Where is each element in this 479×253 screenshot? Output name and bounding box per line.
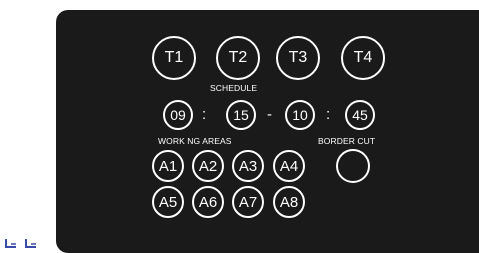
time-dash: - [267,106,272,123]
corner-bracket-icon [25,239,36,248]
area-button-a6[interactable]: A6 [192,186,224,218]
time-colon: : [326,106,331,123]
area-button-a1[interactable]: A1 [152,150,184,182]
tool-button-t2[interactable]: T2 [216,36,260,80]
tool-button-t1[interactable]: T1 [152,36,196,80]
corner-bracket-icon [5,239,16,248]
area-button-a7[interactable]: A7 [232,186,264,218]
tool-button-t4[interactable]: T4 [341,36,385,80]
area-button-a2[interactable]: A2 [192,150,224,182]
start-minute-field[interactable]: 15 [226,100,256,130]
app-screen: T1 T2 T3 T4 SCHEDULE 09 : 15 - 10 : 45 W… [0,0,479,253]
border-cut-button[interactable] [336,149,370,183]
end-minute-field[interactable]: 45 [345,100,375,130]
area-button-a8[interactable]: A8 [273,186,305,218]
schedule-label: SCHEDULE [210,83,258,93]
border-cut-label: BORDER CUT [318,136,376,146]
working-areas-label: WORK NG AREAS [158,136,232,146]
end-hour-field[interactable]: 10 [285,100,315,130]
control-panel: T1 T2 T3 T4 SCHEDULE 09 : 15 - 10 : 45 W… [56,10,479,253]
tool-button-t3[interactable]: T3 [276,36,320,80]
time-colon: : [202,106,207,123]
start-hour-field[interactable]: 09 [163,100,193,130]
area-button-a5[interactable]: A5 [152,186,184,218]
area-button-a3[interactable]: A3 [232,150,264,182]
area-button-a4[interactable]: A4 [273,150,305,182]
